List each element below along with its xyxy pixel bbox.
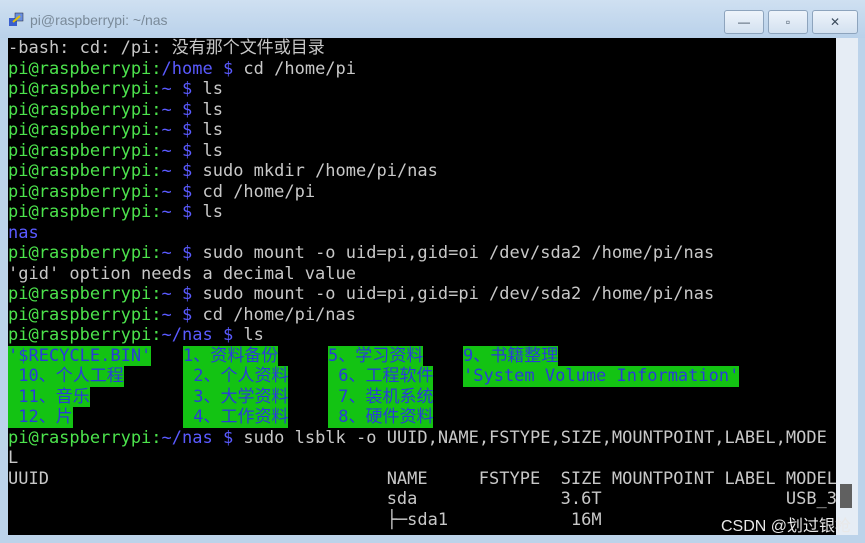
- prompt-user-host: pi@raspberrypi:: [8, 79, 162, 99]
- terminal-line: ├─sda1 16M: [8, 510, 836, 531]
- terminal-text: cd /home/pi/nas: [192, 304, 357, 325]
- prompt-path: ~/nas $: [161, 325, 234, 345]
- prompt-user-host: pi@raspberrypi:: [8, 181, 162, 202]
- terminal-text: L: [8, 448, 19, 468]
- prompt-user-host: pi@raspberrypi:: [8, 304, 162, 325]
- ls-entry: 7、装机系统: [328, 386, 434, 407]
- terminal-text: ls: [192, 79, 223, 99]
- terminal-line: nas: [8, 223, 836, 244]
- terminal-line: pi@raspberrypi:~ $ sudo mount -o uid=pi,…: [8, 284, 836, 305]
- terminal-line: pi@raspberrypi:~ $ cd /home/pi: [8, 182, 836, 203]
- terminal-text: sda 3.6T USB_3: [8, 489, 836, 509]
- prompt-user-host: pi@raspberrypi:: [8, 202, 162, 222]
- terminal-line: pi@raspberrypi:~/nas $ sudo lsblk -o UUI…: [8, 428, 836, 449]
- terminal-line: pi@raspberrypi:~ $ ls: [8, 79, 836, 100]
- close-icon: ✕: [829, 15, 841, 29]
- terminal-text: sudo mkdir /home/pi/nas: [192, 161, 438, 181]
- ls-entry: 4、工作资料: [183, 407, 289, 428]
- terminal-line: pi@raspberrypi:~ $ cd /home/pi/nas: [8, 305, 836, 326]
- ls-entry: 1、资料备份: [183, 345, 279, 366]
- minimize-icon: —: [738, 15, 750, 29]
- terminal-text: 'gid' option needs a decimal value: [8, 263, 356, 284]
- ls-entry: 6、工程软件: [328, 366, 434, 387]
- terminal-text: cd /home/pi: [192, 181, 316, 202]
- scrollbar-thumb[interactable]: [840, 484, 852, 508]
- ls-entry: 8、硬件资料: [328, 407, 434, 428]
- prompt-path: ~ $: [161, 161, 193, 181]
- prompt-path: /home $: [161, 58, 234, 79]
- terminal-text: UUID NAME FSTYPE SIZE MOUNTPOINT LABEL M…: [8, 468, 836, 489]
- title-bar: pi@raspberrypi: ~/nas — ▫ ✕: [0, 0, 865, 38]
- prompt-user-host: pi@raspberrypi:: [8, 99, 162, 120]
- ls-entry: 'System Volume Information': [463, 366, 740, 387]
- terminal-text: ls: [192, 202, 223, 222]
- window-title: pi@raspberrypi: ~/nas: [30, 12, 168, 28]
- ls-entry: 3、大学资料: [183, 386, 289, 407]
- prompt-path: ~ $: [161, 243, 193, 263]
- terminal-line: pi@raspberrypi:~/nas $ ls: [8, 325, 836, 346]
- terminal-line: pi@raspberrypi:~ $ ls: [8, 120, 836, 141]
- minimize-button[interactable]: —: [724, 10, 764, 34]
- terminal-text: sudo lsblk -o UUID,NAME,FSTYPE,SIZE,MOUN…: [233, 427, 827, 448]
- terminal-line: pi@raspberrypi:~ $ sudo mount -o uid=pi,…: [8, 243, 836, 264]
- ls-entry: 2、个人资料: [183, 366, 289, 387]
- maximize-icon: ▫: [785, 15, 791, 29]
- prompt-path: ~ $: [161, 304, 193, 325]
- putty-icon: [9, 12, 24, 26]
- ls-entry: 5、学习资料: [328, 345, 424, 366]
- prompt-user-host: pi@raspberrypi:: [8, 120, 162, 140]
- prompt-path: ~ $: [161, 140, 193, 161]
- terminal-line: UUID NAME FSTYPE SIZE MOUNTPOINT LABEL M…: [8, 469, 836, 490]
- terminal-line: pi@raspberrypi:~ $ sudo mkdir /home/pi/n…: [8, 161, 836, 182]
- prompt-path: ~ $: [161, 79, 193, 99]
- terminal-text: ls: [192, 120, 223, 140]
- prompt-path: ~ $: [161, 120, 193, 140]
- terminal-line: pi@raspberrypi:~ $ ls: [8, 141, 836, 162]
- prompt-user-host: pi@raspberrypi:: [8, 243, 162, 263]
- terminal-text: cd /home/pi: [233, 58, 357, 79]
- prompt-user-host: pi@raspberrypi:: [8, 427, 162, 448]
- terminal-text: -bash: cd: /pi: 没有那个文件或目录: [8, 38, 325, 58]
- prompt-path: ~ $: [161, 284, 193, 304]
- ls-row: 12、片 4、工作资料 8、硬件资料: [8, 407, 836, 428]
- terminal-line: sda 3.6T USB_3: [8, 489, 836, 510]
- prompt-user-host: pi@raspberrypi:: [8, 140, 162, 161]
- prompt-user-host: pi@raspberrypi:: [8, 325, 162, 345]
- close-button[interactable]: ✕: [812, 10, 858, 34]
- terminal-line: pi@raspberrypi:~ $ ls: [8, 202, 836, 223]
- terminal-text: ls: [192, 99, 223, 120]
- maximize-button[interactable]: ▫: [768, 10, 808, 34]
- terminal-text: ls: [233, 325, 264, 345]
- prompt-user-host: pi@raspberrypi:: [8, 284, 162, 304]
- prompt-path: ~ $: [161, 181, 193, 202]
- terminal-line: -bash: cd: /pi: 没有那个文件或目录: [8, 38, 836, 59]
- ls-row: 11、音乐 3、大学资料 7、装机系统: [8, 386, 836, 407]
- terminal-line: L: [8, 448, 836, 469]
- ls-entry: '$RECYCLE.BIN': [8, 345, 152, 366]
- window-frame: [0, 535, 865, 543]
- terminal-line: pi@raspberrypi:~ $ ls: [8, 100, 836, 121]
- prompt-user-host: pi@raspberrypi:: [8, 161, 162, 181]
- ls-entry: 12、片: [8, 407, 73, 428]
- ls-entry: 11、音乐: [8, 386, 90, 407]
- prompt-path: ~ $: [161, 202, 193, 222]
- terminal-output[interactable]: -bash: cd: /pi: 没有那个文件或目录 pi@raspberrypi:…: [8, 38, 836, 535]
- scrollbar[interactable]: [836, 38, 858, 535]
- terminal-text: ls: [192, 140, 223, 161]
- terminal-text: sudo mount -o uid=pi,gid=oi /dev/sda2 /h…: [192, 243, 715, 263]
- terminal-line: pi@raspberrypi:/home $ cd /home/pi: [8, 59, 836, 80]
- prompt-path: ~/nas $: [161, 427, 234, 448]
- ls-entry: 10、个人工程: [8, 366, 124, 387]
- prompt-user-host: pi@raspberrypi:: [8, 58, 162, 79]
- terminal-text: sudo mount -o uid=pi,gid=pi /dev/sda2 /h…: [192, 284, 715, 304]
- watermark: CSDN @划过银枪: [720, 518, 851, 535]
- terminal-line: 'gid' option needs a decimal value: [8, 264, 836, 285]
- prompt-path: ~ $: [161, 99, 193, 120]
- ls-row: '$RECYCLE.BIN' 1、资料备份 5、学习资料 9、书籍整理: [8, 345, 836, 366]
- prompt-path: nas: [8, 222, 39, 243]
- ls-row: 10、个人工程 2、个人资料 6、工程软件 'System Volume Info…: [8, 366, 836, 387]
- ls-entry: 9、书籍整理: [463, 345, 559, 366]
- terminal-text: ├─sda1 16M: [8, 509, 602, 530]
